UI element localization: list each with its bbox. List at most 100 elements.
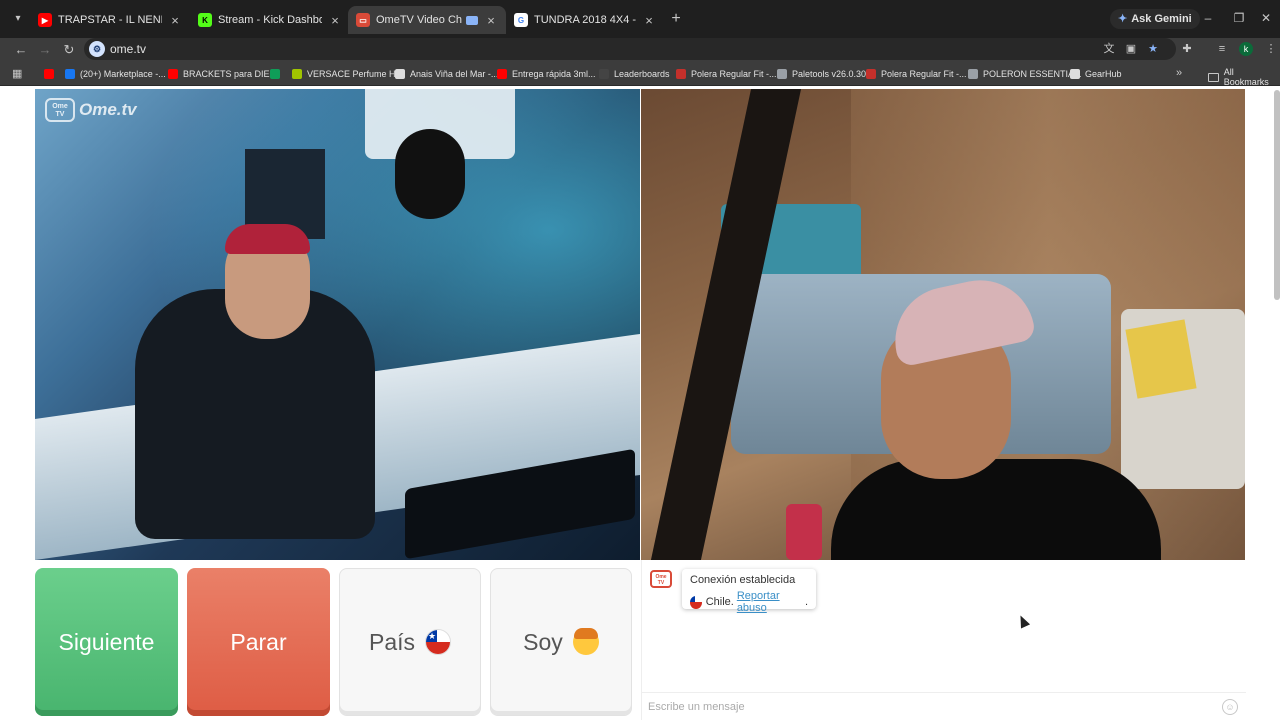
chile-flag-icon: [690, 595, 702, 609]
globe-icon: [777, 69, 787, 79]
bookmark-item[interactable]: Anais Viña del Mar -...: [395, 67, 498, 81]
minimize-icon[interactable]: –: [1200, 10, 1216, 26]
ask-gemini-button[interactable]: ✦ Ask Gemini: [1110, 9, 1200, 29]
tab-ometv[interactable]: ▭ OmeTV Video Chat — Ome ×: [348, 6, 506, 34]
all-bookmarks-button[interactable]: All Bookmarks: [1208, 67, 1280, 87]
boy-emoji-icon: [572, 628, 599, 655]
ometv-icon: ▭: [356, 13, 370, 27]
bookmark-item[interactable]: Entrega rápida 3ml...: [497, 67, 596, 81]
message-input[interactable]: [648, 699, 1208, 715]
new-tab-icon[interactable]: +: [668, 10, 684, 28]
store-icon: [676, 69, 686, 79]
bookmark-item[interactable]: GearHub: [1070, 67, 1122, 81]
ometv-logo-text: Ome.tv: [79, 100, 137, 119]
bookmark-item[interactable]: Polera Regular Fit -...: [866, 67, 967, 81]
bookmark-item[interactable]: (20+) Marketplace -...: [65, 67, 166, 81]
country-button[interactable]: País ★: [339, 568, 481, 716]
gender-button[interactable]: Soy: [490, 568, 632, 716]
profile-avatar[interactable]: k: [1239, 42, 1253, 56]
url-text[interactable]: ome.tv: [110, 42, 146, 56]
close-icon[interactable]: ×: [642, 13, 656, 28]
tab-strip: ▾ ▶ TRAPSTAR - IL NENE (VIDEO OF × K Str…: [0, 0, 1280, 38]
stop-button[interactable]: Parar: [187, 568, 330, 716]
bookmark-item[interactable]: Paletools v26.0.30: [777, 67, 866, 81]
stop-label: Parar: [230, 628, 287, 655]
next-button[interactable]: Siguiente: [35, 568, 178, 716]
report-period: .: [804, 596, 808, 608]
next-label: Siguiente: [58, 628, 155, 655]
page-scrollbar[interactable]: [1274, 90, 1280, 300]
youtube-icon: ▶: [38, 13, 52, 27]
bookmark-item[interactable]: BRACKETS para DIE...: [168, 67, 277, 81]
sharing-icon: [466, 15, 478, 25]
google-icon: G: [514, 13, 528, 27]
bookmark-item[interactable]: POLERON ESSENTIA...: [968, 67, 1082, 81]
facebook-icon: [65, 69, 75, 79]
bookmark-item[interactable]: [270, 67, 285, 81]
bookmark-label: (20+) Marketplace -...: [80, 69, 166, 79]
close-icon[interactable]: ×: [484, 13, 498, 28]
gender-label: Soy: [523, 628, 563, 655]
bookmarks-bar: ▦ (20+) Marketplace -... BRACKETS para DI…: [0, 62, 1280, 87]
tab-title: TUNDRA 2018 4X4 - Buscar con: [534, 14, 636, 26]
more-bookmarks-icon[interactable]: »: [1176, 67, 1182, 79]
youtube-icon: [44, 69, 54, 79]
reload-icon[interactable]: ↻: [60, 41, 78, 59]
country-label: País: [368, 628, 416, 655]
site-info-icon[interactable]: ⚙: [89, 41, 105, 57]
tab-kick[interactable]: K Stream - Kick Dashboard ×: [190, 6, 350, 34]
close-window-icon[interactable]: ✕: [1258, 10, 1274, 26]
tab-trapstar[interactable]: ▶ TRAPSTAR - IL NENE (VIDEO OF ×: [30, 6, 190, 34]
bookmark-label: Entrega rápida 3ml...: [512, 69, 596, 79]
extensions-icon[interactable]: ✚: [1180, 42, 1194, 56]
bookmark-label: Polera Regular Fit -...: [691, 69, 777, 79]
game-icon: [599, 69, 609, 79]
kick-icon: K: [198, 13, 212, 27]
gearhub-icon: [1070, 69, 1080, 79]
tab-title: Stream - Kick Dashboard: [218, 14, 322, 26]
restore-icon[interactable]: ❐: [1231, 10, 1247, 26]
partner-country: Chile.: [705, 596, 734, 608]
forward-icon[interactable]: →: [36, 41, 54, 59]
bookmark-label: GearHub: [1085, 69, 1122, 79]
chat-input-bar: ☺: [642, 692, 1246, 720]
menu-icon[interactable]: ⋮: [1264, 42, 1278, 56]
bookmark-item[interactable]: [44, 67, 59, 81]
system-message: Conexión establecida Chile. Reportar abu…: [682, 569, 816, 614]
connection-status: Conexión establecida: [690, 574, 796, 586]
emoji-icon[interactable]: ☺: [1222, 699, 1238, 715]
back-icon[interactable]: ←: [12, 41, 30, 59]
media-icon[interactable]: ≡: [1215, 42, 1229, 56]
bookmark-item[interactable]: Leaderboards: [599, 67, 670, 81]
cast-icon[interactable]: ▣: [1124, 42, 1138, 56]
ometv-logo-icon: Ome TV: [45, 98, 75, 122]
ometv-chat-icon: Ome TV: [650, 570, 672, 588]
store-icon: [866, 69, 876, 79]
youtube-icon: [168, 69, 178, 79]
bookmark-item[interactable]: VERSACE Perfume H...: [292, 67, 403, 81]
bookmark-label: BRACKETS para DIE...: [183, 69, 278, 79]
youtube-icon: [497, 69, 507, 79]
f-icon: [292, 69, 302, 79]
close-icon[interactable]: ×: [328, 13, 342, 28]
folder-icon: [1208, 72, 1219, 82]
globe-icon: [968, 69, 978, 79]
bookmark-label: Polera Regular Fit -...: [881, 69, 967, 79]
bookmark-label: Paletools v26.0.30: [792, 69, 867, 79]
apps-grid-icon[interactable]: ▦: [12, 68, 24, 80]
ask-gemini-label: Ask Gemini: [1131, 13, 1192, 25]
tab-search-icon[interactable]: ▾: [8, 9, 28, 29]
bookmark-item[interactable]: Polera Regular Fit -...: [676, 67, 777, 81]
local-video: Ome TV Ome.tv: [35, 89, 640, 560]
bookmark-label: VERSACE Perfume H...: [307, 69, 404, 79]
close-icon[interactable]: ×: [168, 13, 182, 28]
bookmark-star-icon[interactable]: ★: [1146, 42, 1160, 56]
sheets-icon: [270, 69, 280, 79]
chile-flag-icon: ★: [425, 629, 452, 655]
browser-toolbar: ← → ↻ ⚙ ome.tv 文 ▣ ★ ✚ ≡ k ⋮: [0, 38, 1280, 62]
lp-icon: [395, 69, 405, 79]
address-bar[interactable]: ⚙ ome.tv 文 ▣ ★: [84, 38, 1176, 60]
tab-tundra[interactable]: G TUNDRA 2018 4X4 - Buscar con ×: [506, 6, 664, 34]
translate-icon[interactable]: 文: [1102, 42, 1116, 56]
report-abuse-link[interactable]: Reportar abuso: [737, 590, 805, 614]
